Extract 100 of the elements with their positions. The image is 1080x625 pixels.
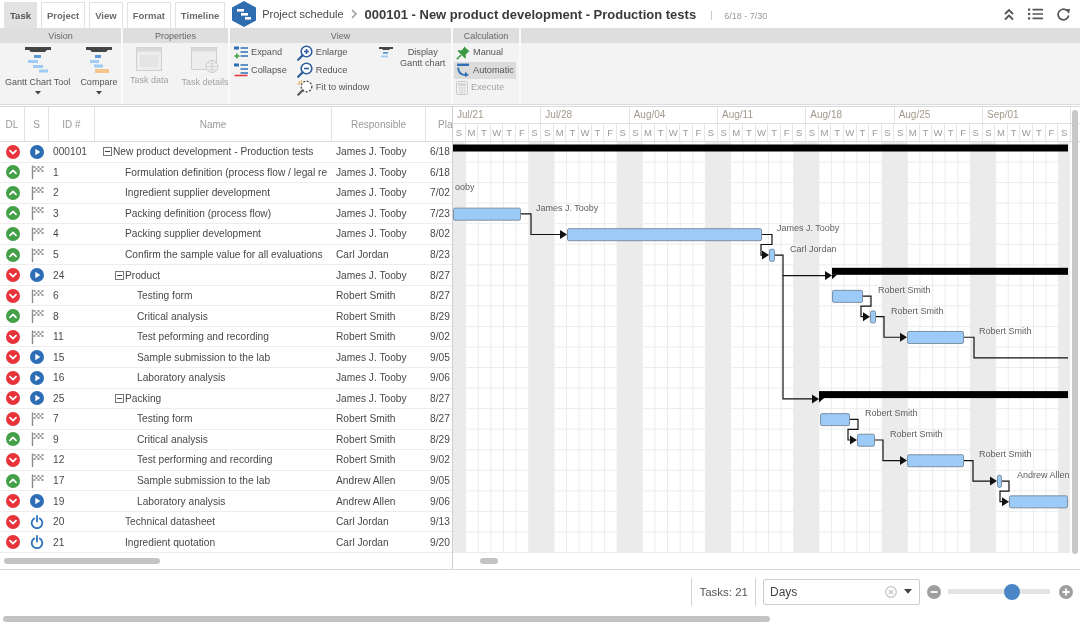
day-label: S bbox=[629, 124, 643, 141]
ribbon-button[interactable]: Manual bbox=[454, 44, 516, 62]
table-cell-text: 3 bbox=[52, 207, 59, 219]
ribbon-button[interactable]: Collapse bbox=[232, 61, 289, 79]
day-label: T bbox=[944, 124, 958, 141]
ribbon-button[interactable]: Fit to window bbox=[294, 79, 372, 97]
refresh-icon[interactable] bbox=[1056, 6, 1071, 22]
gantt-chart-icon bbox=[85, 47, 112, 73]
task-bar bbox=[857, 433, 875, 447]
week-label: Aug/04 bbox=[629, 107, 718, 123]
scrollbar-thumb[interactable] bbox=[480, 558, 498, 564]
plus-circle-icon[interactable] bbox=[1059, 584, 1073, 599]
bar-label: Robert Smith bbox=[891, 305, 944, 316]
dependency-arrow bbox=[875, 316, 907, 342]
day-label: T bbox=[743, 124, 756, 141]
tab[interactable]: Timeline bbox=[174, 2, 226, 28]
tab[interactable]: Project bbox=[40, 2, 86, 28]
bar-label: Andrew Allen bbox=[1017, 470, 1070, 480]
table-cell-text: 6/18 bbox=[429, 146, 450, 158]
day-label: S bbox=[894, 124, 907, 141]
ribbon-button[interactable]: Compare bbox=[79, 43, 119, 95]
checkered-flag-icon bbox=[30, 165, 44, 180]
list-icon[interactable] bbox=[1028, 8, 1043, 20]
day-label: F bbox=[780, 124, 794, 141]
dependency-arrow bbox=[520, 213, 567, 239]
table-cell: Critical analysis bbox=[137, 433, 208, 445]
table-cell-text: 8/29 bbox=[429, 433, 450, 445]
checkered-flag-icon bbox=[30, 206, 44, 221]
table-cell-text: 17 bbox=[52, 475, 65, 486]
table-cell: Test performing and recording bbox=[137, 454, 273, 466]
day-label: S bbox=[528, 124, 542, 141]
day-label: S bbox=[705, 124, 718, 141]
day-label: M bbox=[995, 124, 1008, 141]
collapse-toggle-icon[interactable] bbox=[103, 147, 112, 157]
ribbon-button[interactable]: Automatic bbox=[454, 61, 516, 79]
logo-icon bbox=[232, 1, 257, 27]
list-minus-icon bbox=[234, 63, 248, 78]
column-header: Pla bbox=[437, 117, 452, 132]
scrollbar-thumb[interactable] bbox=[1072, 110, 1078, 554]
table-cell-text: 8/27 bbox=[429, 269, 450, 281]
table-cell-text: 19 bbox=[52, 495, 65, 507]
table-cell-text: 8/27 bbox=[429, 290, 450, 302]
table-cell-text: Andrew Allen bbox=[335, 475, 396, 486]
dependency-arrow bbox=[999, 480, 1010, 507]
table-cell-text: Andrew Allen bbox=[335, 495, 396, 507]
day-label: M bbox=[642, 124, 655, 141]
caret-down-icon bbox=[904, 589, 912, 594]
scrollbar-thumb[interactable] bbox=[3, 616, 770, 622]
table-cell: Critical analysis bbox=[137, 310, 208, 322]
scale-select[interactable]: Days bbox=[763, 578, 920, 605]
double-chevron-up-icon[interactable] bbox=[1003, 7, 1015, 21]
day-label: W bbox=[755, 124, 769, 141]
scrollbar-thumb[interactable] bbox=[4, 558, 160, 564]
ribbon-button[interactable]: Gantt Chart Tool bbox=[4, 43, 72, 95]
ribbon-button[interactable]: Reduce bbox=[294, 61, 350, 79]
table-cell-text: 1 bbox=[52, 166, 59, 178]
page-title: 000101 - New product development - Production tests bbox=[364, 6, 697, 22]
table-cell-text: 9/20 bbox=[429, 536, 450, 548]
bar-label: James J. Tooby bbox=[536, 202, 599, 213]
column-header: DL bbox=[0, 107, 25, 141]
day-label: W bbox=[667, 124, 680, 141]
checkered-flag-icon bbox=[30, 288, 44, 303]
slider-thumb[interactable] bbox=[1004, 583, 1021, 600]
ribbon-button[interactable]: Expand bbox=[232, 44, 285, 62]
table-cell-text: 9/06 bbox=[429, 495, 450, 507]
bar-label: Robert Smith bbox=[979, 449, 1032, 460]
minus-circle-icon[interactable] bbox=[927, 584, 941, 599]
bar-label: James J. Tooby bbox=[777, 223, 840, 234]
table-cell-text: 9/13 bbox=[429, 516, 450, 528]
list-plus-icon bbox=[234, 45, 248, 60]
table-cell-text: 16 bbox=[52, 372, 65, 384]
play-circle-icon bbox=[30, 391, 44, 406]
zoom-out-icon bbox=[296, 62, 313, 79]
breadcrumb-link[interactable]: Project schedule bbox=[262, 8, 344, 20]
table-cell-text: James J. Tooby bbox=[335, 146, 407, 158]
table-cell-text: 000101 bbox=[52, 146, 87, 158]
collapse-toggle-icon[interactable] bbox=[115, 393, 124, 403]
day-label: W bbox=[579, 124, 592, 141]
checkered-flag-icon bbox=[30, 452, 44, 467]
task-bar bbox=[907, 330, 964, 344]
table-cell: Test peforming and recording bbox=[137, 331, 269, 343]
tab[interactable]: View bbox=[89, 2, 123, 28]
table-cell: Confirm the sample value for all evaluations bbox=[125, 249, 323, 260]
day-label: F bbox=[957, 124, 970, 141]
ribbon-button[interactable]: Display Gantt chart bbox=[377, 44, 451, 69]
column-header: Name bbox=[95, 107, 332, 141]
table-cell: Ingredient quotation bbox=[125, 536, 216, 548]
table-cell-text: 9/05 bbox=[429, 475, 450, 486]
table-cell-text: Carl Jordan bbox=[335, 249, 389, 260]
ribbon-group-title: Properties bbox=[123, 28, 228, 43]
bar-label: Robert Smith bbox=[865, 408, 918, 419]
tab[interactable]: Task bbox=[4, 2, 37, 28]
table-cell-text: James J. Tooby bbox=[335, 372, 407, 384]
day-label: S bbox=[616, 124, 630, 141]
bar-label: Robert Smith bbox=[878, 285, 931, 296]
collapse-toggle-icon[interactable] bbox=[115, 270, 124, 280]
table-cell-text: Robert Smith bbox=[335, 290, 396, 302]
day-label: T bbox=[1007, 124, 1021, 141]
ribbon-button[interactable]: Enlarge bbox=[294, 44, 350, 62]
tab[interactable]: Format bbox=[126, 2, 171, 28]
